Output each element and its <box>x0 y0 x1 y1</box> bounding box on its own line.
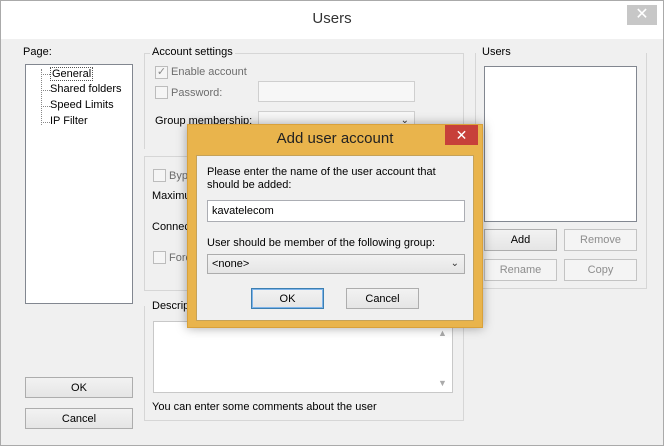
cancel-button[interactable]: Cancel <box>25 408 133 429</box>
description-hint: You can enter some comments about the us… <box>152 401 377 413</box>
window-title: Users <box>312 10 352 27</box>
force-checkbox[interactable] <box>153 251 166 264</box>
tree-branch <box>41 74 50 75</box>
rename-user-button[interactable]: Rename <box>484 259 557 281</box>
remove-user-button[interactable]: Remove <box>564 229 637 251</box>
enable-account-checkbox[interactable]: ✓ <box>155 66 168 79</box>
tree-item-speed-limits[interactable]: Speed Limits <box>50 99 114 111</box>
tree-branch <box>41 122 50 123</box>
window-close-icon[interactable]: ✕ <box>627 5 657 25</box>
tree-item-shared-folders[interactable]: Shared folders <box>50 83 122 95</box>
dialog-title: Add user account <box>276 130 394 147</box>
group-select-value: <none> <box>212 258 250 270</box>
users-label: Users <box>480 46 513 58</box>
add-user-dialog: Add user account ✕ Please enter the name… <box>187 124 483 328</box>
tree-connector <box>41 69 42 125</box>
chevron-down-icon: ⌄ <box>450 258 459 269</box>
group-select[interactable]: <none> ⌄ <box>207 254 465 274</box>
password-checkbox[interactable] <box>155 86 168 99</box>
connect-label: Connec <box>152 221 190 233</box>
dialog-prompt: Please enter the name of the user accoun… <box>207 166 436 191</box>
scroll-up-icon[interactable]: ▲ <box>438 328 447 338</box>
page-label: Page: <box>23 46 52 58</box>
tree-branch <box>41 90 50 91</box>
description-textarea[interactable]: ▲ ▼ <box>153 321 453 393</box>
title-bar[interactable]: Users ✕ <box>1 1 663 39</box>
password-label: Password: <box>171 87 223 99</box>
enable-account-label: Enable account <box>171 66 247 78</box>
copy-user-button[interactable]: Copy <box>564 259 637 281</box>
dialog-body: Please enter the name of the user accoun… <box>196 155 474 321</box>
account-settings-label: Account settings <box>150 46 235 58</box>
dialog-cancel-button[interactable]: Cancel <box>346 288 419 309</box>
username-input[interactable]: kavatelecom <box>207 200 465 222</box>
add-user-button[interactable]: Add <box>484 229 557 251</box>
scroll-down-icon[interactable]: ▼ <box>438 378 447 388</box>
description-label: Descrip <box>150 300 192 312</box>
dialog-close-icon[interactable]: ✕ <box>445 125 478 145</box>
group-prompt: User should be member of the following g… <box>207 237 436 249</box>
tree-item-ip-filter[interactable]: IP Filter <box>50 115 88 127</box>
ok-button[interactable]: OK <box>25 377 133 398</box>
tree-branch <box>41 106 50 107</box>
maximum-label: Maximu <box>152 190 191 202</box>
page-tree[interactable]: General Shared folders Speed Limits IP F… <box>25 64 133 304</box>
tree-item-general[interactable]: General <box>50 67 94 81</box>
dialog-ok-button[interactable]: OK <box>251 288 324 309</box>
users-list[interactable] <box>484 66 637 222</box>
password-field[interactable] <box>258 81 415 102</box>
bypass-checkbox[interactable] <box>153 169 166 182</box>
